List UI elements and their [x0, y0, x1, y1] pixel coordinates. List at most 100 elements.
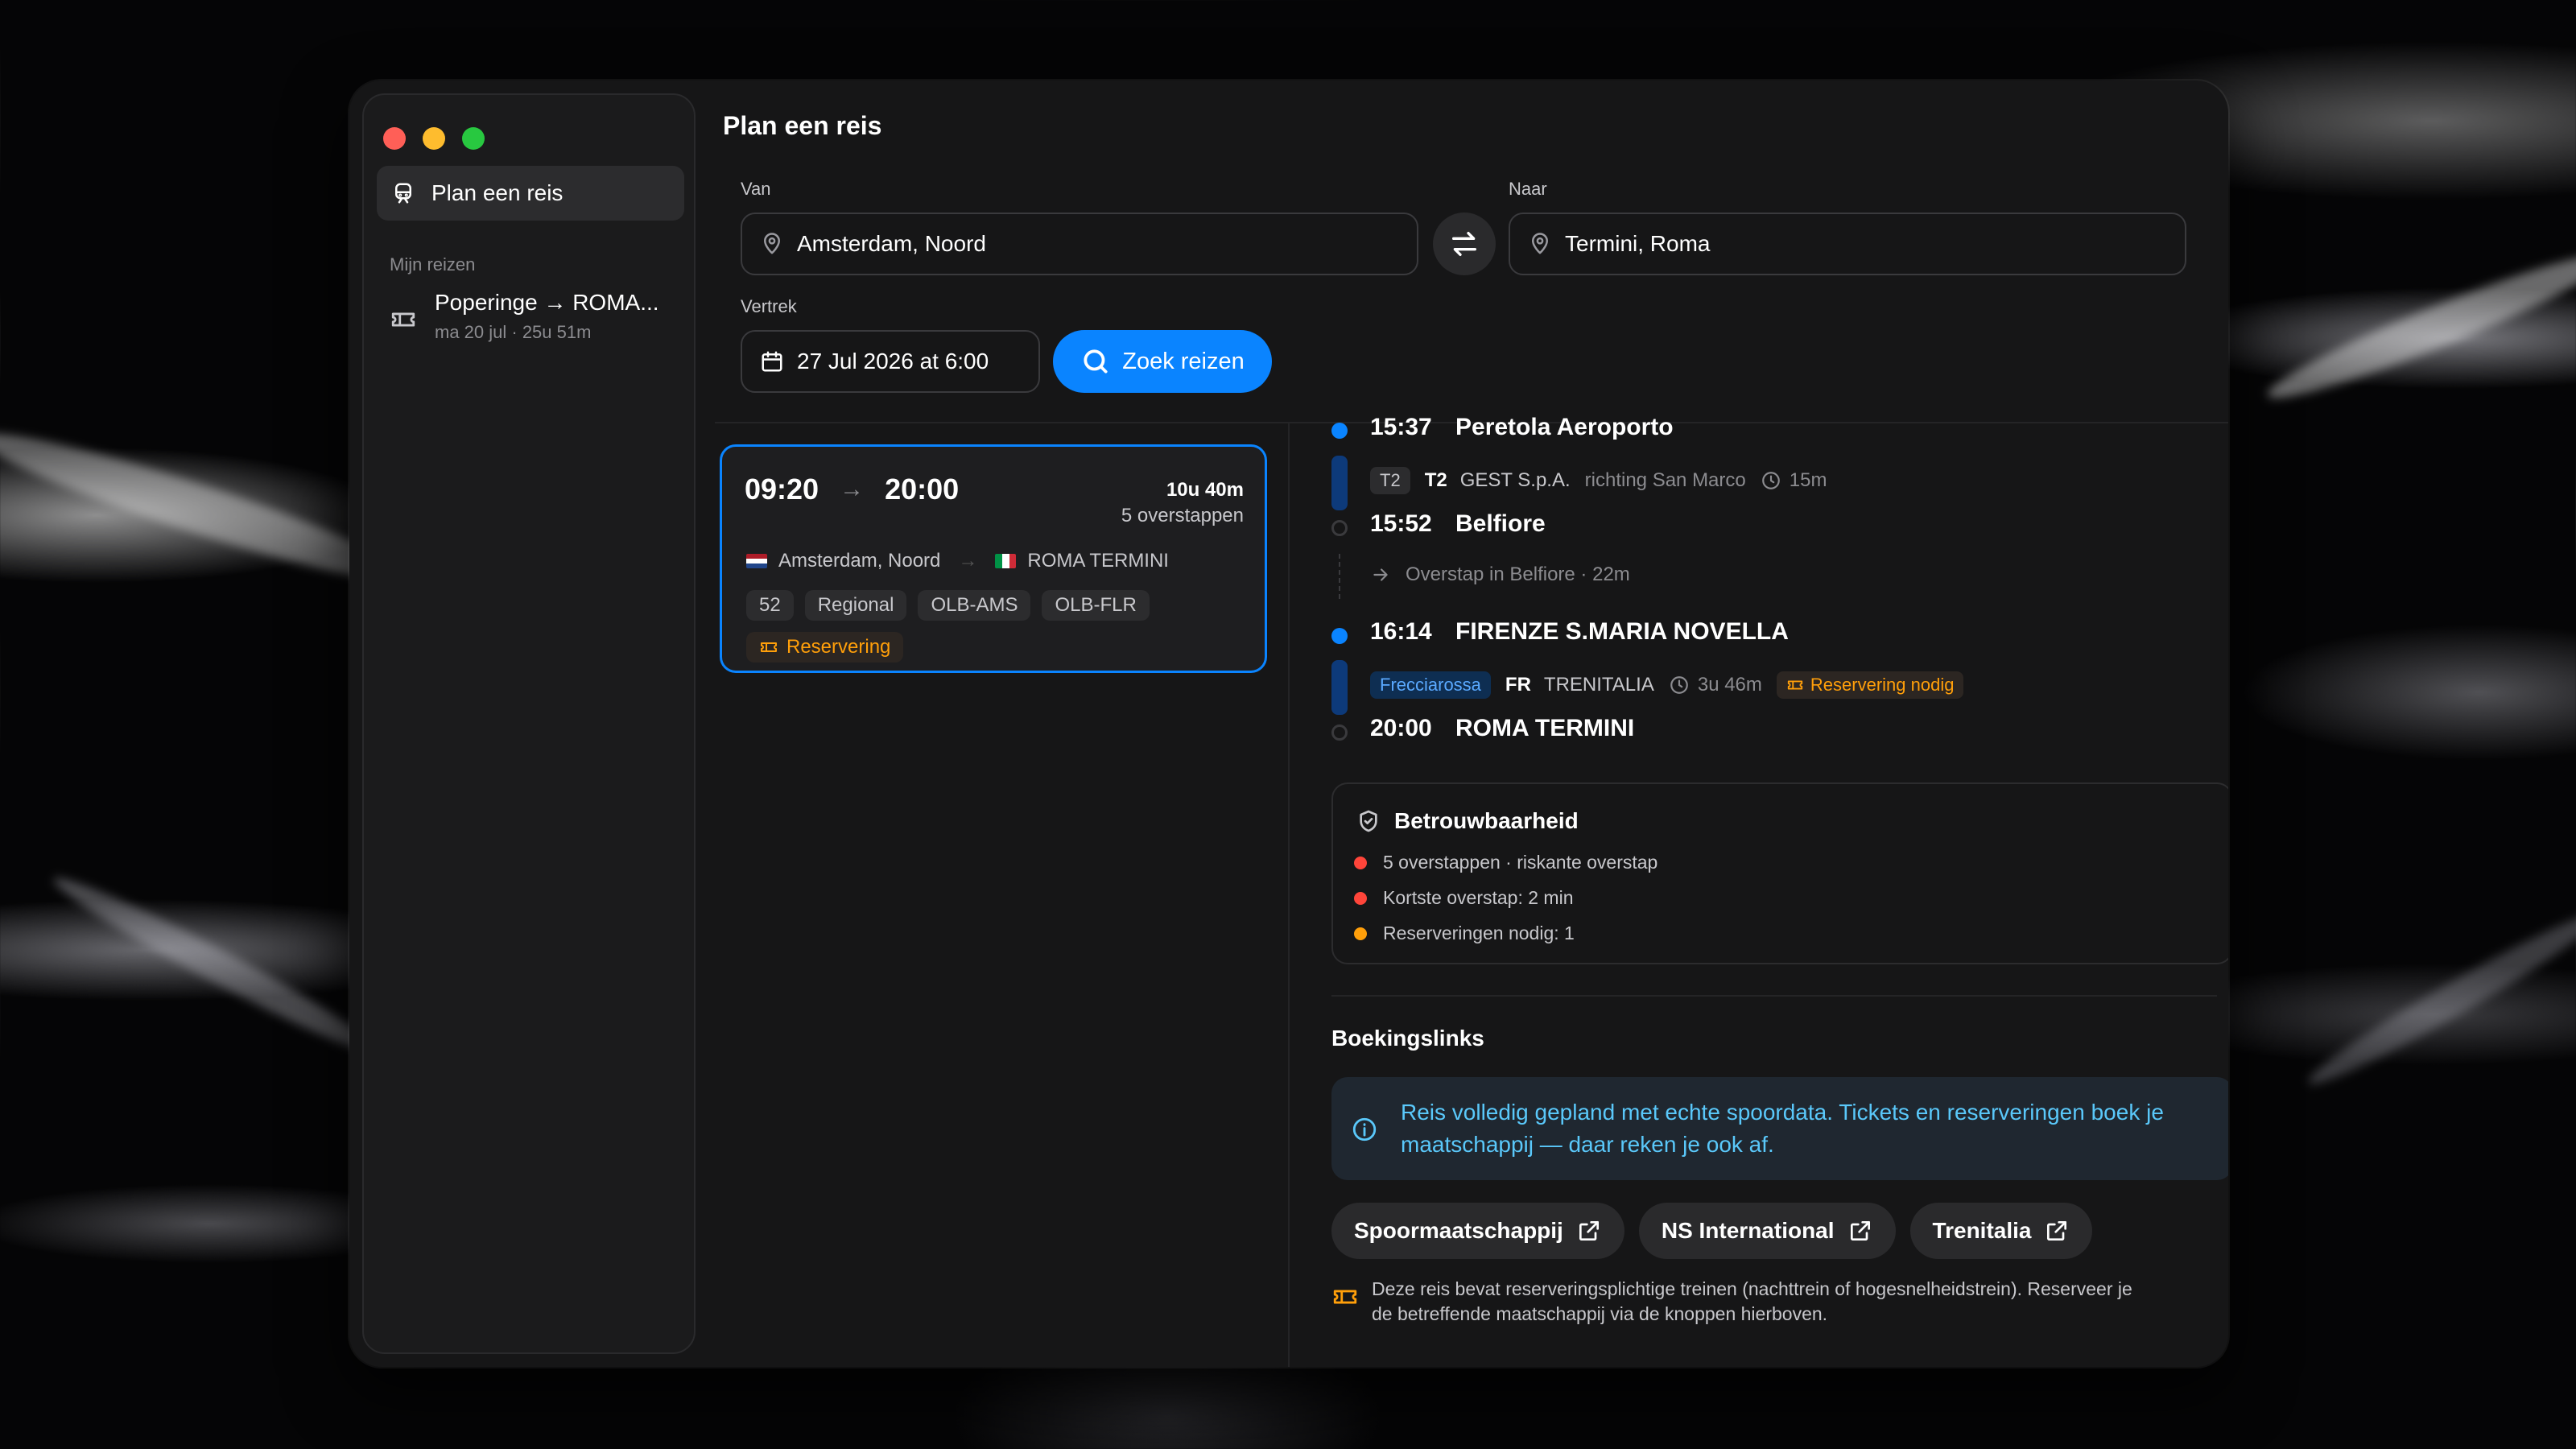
leg-line: T2 — [1424, 469, 1447, 491]
train-pill: Frecciarossa — [1370, 671, 1491, 699]
reservation-tag: Reservering — [746, 632, 904, 663]
search-trips-button[interactable]: Zoek reizen — [1053, 330, 1272, 393]
section-divider — [1331, 995, 2217, 997]
info-text-line: maatschappij — daar reken je ook af. — [1401, 1132, 1774, 1157]
background-streak — [46, 865, 389, 1067]
reservation-required-label: Reservering nodig — [1810, 675, 1955, 695]
timeline-stop: 20:00 ROMA TERMINI — [1370, 715, 1634, 742]
leg-operator: GEST S.p.A. — [1459, 469, 1571, 491]
italy-flag-icon — [995, 554, 1017, 568]
stop-time: 15:52 — [1370, 510, 1432, 537]
leg-duration: 3u 46m — [1697, 674, 1762, 696]
transfer-row: Overstap in Belfiore · 22m — [1370, 564, 1630, 586]
to-field[interactable]: Termini, Roma — [1509, 213, 2186, 275]
note-text: Deze reis bevat reserveringsplichtige tr… — [1372, 1277, 2228, 1327]
shield-check-icon — [1360, 810, 1377, 832]
info-text-line: Reis volledig gepland met echte spoordat… — [1401, 1100, 2164, 1125]
external-link-icon — [1850, 1221, 1870, 1241]
stop-time: 20:00 — [1370, 715, 1432, 741]
journey-route: Amsterdam, Noord → ROMA TERMINI — [746, 550, 1169, 572]
booking-link-trenitalia[interactable]: Trenitalia — [1909, 1203, 2093, 1259]
journey-duration: 10u 40m — [1166, 479, 1244, 501]
stop-station: ROMA TERMINI — [1455, 715, 1635, 741]
stop-dot — [1331, 520, 1348, 536]
reservation-badge: Reservering — [746, 632, 904, 663]
transfer-dashed-line — [1339, 554, 1340, 599]
reliability-item: Reserveringen nodig: 1 — [1354, 923, 1575, 944]
leg-bar — [1331, 660, 1348, 715]
close-window-button[interactable] — [383, 127, 406, 150]
stop-time: 15:37 — [1370, 414, 1432, 440]
journey-result-card[interactable]: 09:20 → 20:00 10u 40m 5 overstappen Amst… — [720, 444, 1267, 673]
departure-value: 27 Jul 2026 at 6:00 — [797, 349, 989, 374]
reservation-label: Reservering — [786, 636, 891, 658]
departure-date-field[interactable]: 27 Jul 2026 at 6:00 — [741, 330, 1040, 393]
timeline-stop: 15:37 Peretola Aeroporto — [1370, 414, 1674, 441]
ticket-icon — [1333, 1290, 1357, 1304]
reliability-item: 5 overstappen · riskante overstap — [1354, 852, 1657, 873]
stop-dot — [1331, 724, 1348, 741]
leg-direction: richting San Marco — [1584, 469, 1746, 491]
sidebar-item-plan-trip[interactable]: Plan een reis — [377, 166, 684, 221]
journey-tags: 52 Regional OLB-AMS OLB-FLR — [746, 590, 1150, 621]
route-to: ROMA TERMINI — [1027, 550, 1169, 572]
arrow-right-icon: → — [958, 550, 978, 572]
timeline-leg: T2 T2 GEST S.p.A. richting San Marco 15m — [1370, 467, 1827, 494]
booking-link-ns-international[interactable]: NS International — [1638, 1203, 1896, 1259]
background-streak — [2260, 237, 2576, 415]
to-label: Naar — [1509, 179, 1547, 199]
link-label: NS International — [1661, 1218, 1835, 1243]
search-button-label: Zoek reizen — [1122, 348, 1245, 374]
trip-subtitle: ma 20 jul · 25u 51m — [435, 322, 592, 342]
leg-bar — [1331, 456, 1348, 510]
stop-dot — [1331, 423, 1348, 439]
external-link-icon — [1579, 1221, 1599, 1241]
booking-link-spoormaatschappij[interactable]: Spoormaatschappij — [1331, 1203, 1624, 1259]
clock-icon — [1670, 676, 1688, 694]
stop-dot — [1331, 628, 1348, 644]
swap-button[interactable] — [1433, 213, 1496, 275]
train-icon — [395, 183, 411, 204]
panel-divider — [1288, 423, 1290, 1367]
reliability-item-text: Kortste overstap: 2 min — [1383, 887, 1574, 908]
arrow-right-icon: → — [840, 476, 865, 502]
info-banner: Reis volledig gepland met echte spoordat… — [1331, 1077, 2228, 1180]
link-label: Spoormaatschappij — [1354, 1218, 1563, 1243]
sidebar: Plan een reis Mijn reizen Poperinge → RO… — [362, 93, 696, 1354]
reliability-title: Betrouwbaarheid — [1394, 808, 1579, 833]
swap-arrows-icon — [1452, 232, 1476, 256]
reliability-card: Betrouwbaarheid 5 overstappen · riskante… — [1331, 782, 2228, 964]
timeline-leg: Frecciarossa FR TRENITALIA 3u 46m Reserv… — [1370, 671, 1978, 699]
reservation-note: Deze reis bevat reserveringsplichtige tr… — [1331, 1277, 2228, 1327]
sidebar-trip-item[interactable]: Poperinge → ROMA... ma 20 jul · 25u 51m — [390, 290, 687, 343]
booking-links-title: Boekingslinks — [1331, 1026, 1484, 1051]
ticket-icon — [391, 312, 415, 327]
from-label: Van — [741, 179, 771, 199]
info-text: Reis volledig gepland met echte spoordat… — [1401, 1096, 2228, 1161]
stop-station: Peretola Aeroporto — [1455, 414, 1674, 440]
app-window: Plan een reis Mijn reizen Poperinge → RO… — [349, 80, 2228, 1367]
status-dot — [1354, 927, 1367, 940]
status-dot — [1354, 856, 1367, 869]
maximize-window-button[interactable] — [462, 127, 485, 150]
line-tag: 52 — [746, 590, 794, 621]
background-streak — [2301, 899, 2576, 1097]
leg-line: FR — [1505, 674, 1531, 696]
stop-time: 16:14 — [1370, 618, 1432, 645]
status-dot — [1354, 891, 1367, 905]
link-label: Trenitalia — [1932, 1218, 2032, 1243]
line-tag: OLB-FLR — [1042, 590, 1150, 621]
journey-times: 09:20 → 20:00 — [745, 473, 959, 506]
reservation-required-badge: Reservering nodig — [1776, 671, 1964, 699]
minimize-window-button[interactable] — [423, 127, 445, 150]
ticket-icon — [1787, 680, 1803, 690]
trip-title: Poperinge → ROMA... — [435, 290, 659, 315]
reliability-item-text: Reserveringen nodig: 1 — [1383, 923, 1575, 943]
from-value: Amsterdam, Noord — [797, 231, 986, 256]
stop-station: FIRENZE S.MARIA NOVELLA — [1455, 618, 1789, 645]
transfer-text: Overstap in Belfiore · 22m — [1406, 564, 1630, 585]
arrow-right-icon — [1373, 568, 1388, 581]
line-tag: Regional — [804, 590, 907, 621]
from-field[interactable]: Amsterdam, Noord — [741, 213, 1418, 275]
depart-time: 09:20 — [745, 473, 819, 506]
